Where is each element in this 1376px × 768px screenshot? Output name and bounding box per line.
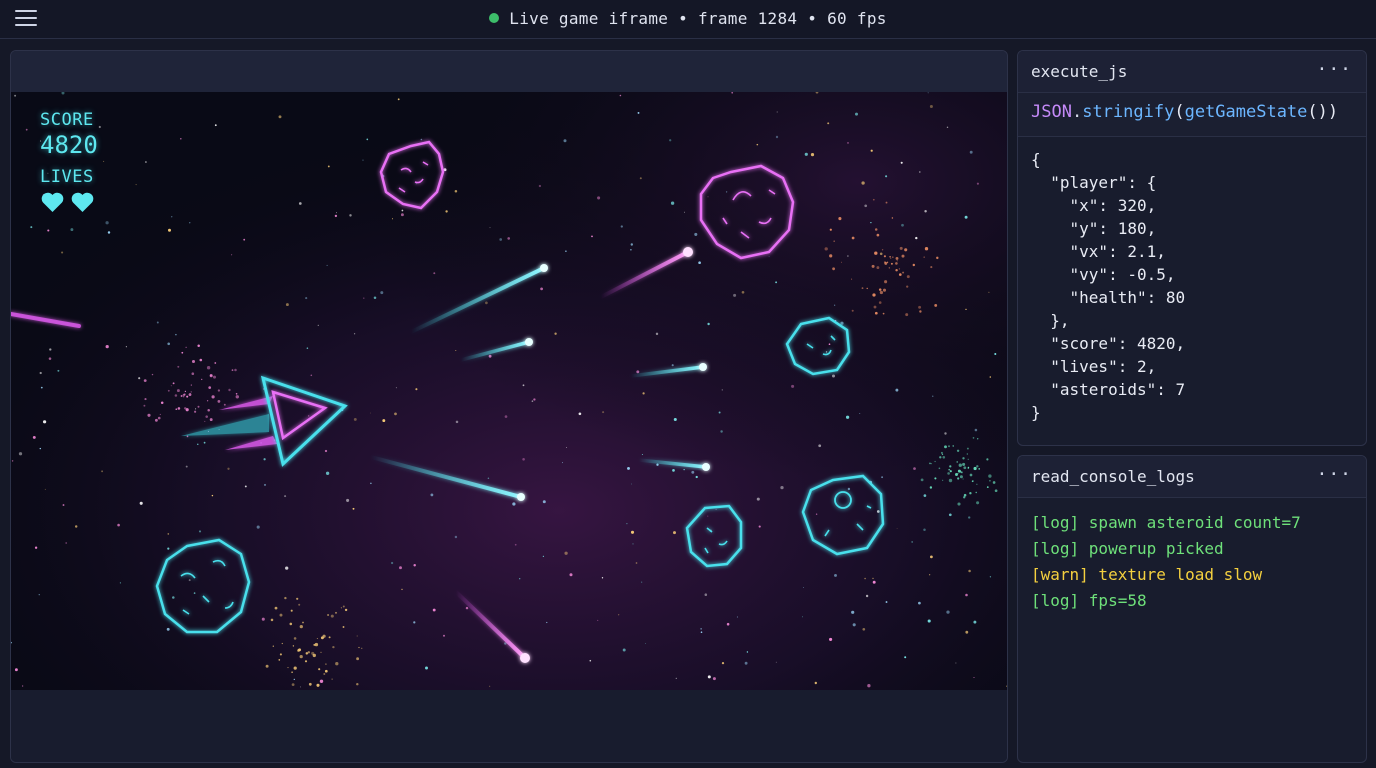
game-scene [11, 92, 1007, 690]
console-logs-header: read_console_logs ··· [1018, 456, 1366, 498]
code-token-call: getGameState [1184, 102, 1308, 122]
console-log-line: [log] powerup picked [1031, 539, 1224, 558]
console-log-line: [warn] texture load slow [1031, 565, 1263, 584]
frame-status-text: Live game iframe • frame 1284 • 60 fps [509, 9, 887, 28]
code-token-close: ()) [1307, 102, 1339, 122]
console-log-line: [log] fps=58 [1031, 591, 1147, 610]
top-bar: Live game iframe • frame 1284 • 60 fps [0, 0, 1376, 39]
live-indicator-icon [489, 13, 500, 23]
console-logs-title: read_console_logs [1031, 467, 1195, 486]
more-horizontal-icon[interactable]: ··· [1316, 466, 1352, 484]
game-panel-header [11, 51, 1007, 93]
frame-status: Live game iframe • frame 1284 • 60 fps [0, 9, 1376, 28]
game-canvas[interactable]: SCORE 4820 LIVES [11, 92, 1007, 690]
game-panel-footer [11, 690, 1007, 762]
execute-js-panel: execute_js ··· JSON.stringify(getGameSta… [1017, 50, 1367, 446]
console-log-list: [log] spawn asteroid count=7 [log] poweru… [1018, 498, 1366, 626]
heart-icon [41, 192, 64, 212]
code-token-method: stringify [1082, 102, 1175, 122]
score-value: 4820 [40, 131, 98, 159]
more-horizontal-icon[interactable]: ··· [1316, 61, 1352, 79]
js-result-output: { "player": { "x": 320, "y": 180, "vx": … [1031, 150, 1186, 422]
code-token-object: JSON [1031, 102, 1072, 122]
heart-icon [71, 192, 94, 212]
lives-label: LIVES [40, 167, 94, 187]
console-log-line: [log] spawn asteroid count=7 [1031, 513, 1301, 532]
lives-hearts [40, 191, 98, 213]
code-token-dot: . [1071, 102, 1083, 122]
execute-js-header: execute_js ··· [1018, 51, 1366, 93]
game-hud: SCORE 4820 LIVES [40, 110, 98, 213]
execute-js-title: execute_js [1031, 62, 1128, 81]
score-label: SCORE [40, 110, 94, 130]
code-token-paren: ( [1174, 102, 1185, 122]
game-iframe-panel: SCORE 4820 LIVES [10, 50, 1008, 763]
js-code-input[interactable]: JSON.stringify(getGameState()) [1018, 93, 1366, 137]
console-logs-panel: read_console_logs ··· [log] spawn astero… [1017, 455, 1367, 763]
